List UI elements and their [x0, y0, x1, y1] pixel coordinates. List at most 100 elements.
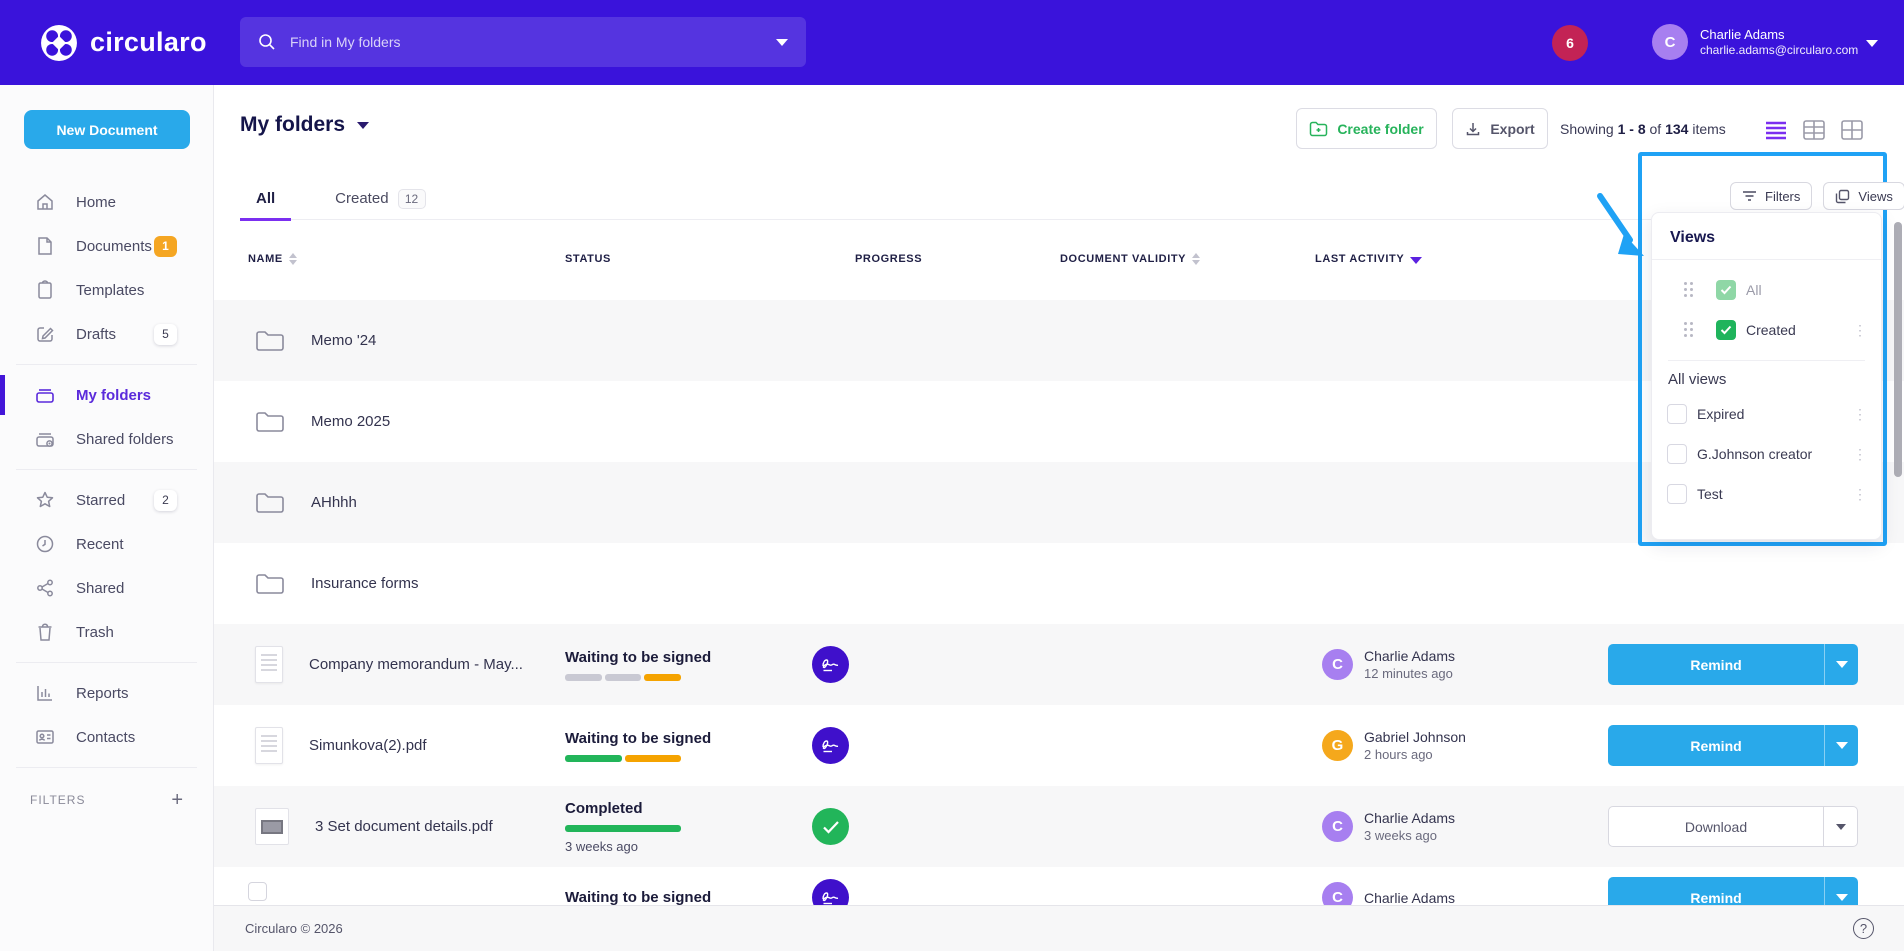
view-item-created[interactable]: Created ⋮	[1652, 310, 1881, 350]
kebab-menu-icon[interactable]: ⋮	[1853, 324, 1867, 337]
view-label: Expired	[1697, 406, 1744, 422]
kebab-menu-icon[interactable]: ⋮	[1853, 488, 1867, 501]
user-menu-caret-icon[interactable]	[1866, 40, 1878, 47]
action-label[interactable]: Remind	[1608, 644, 1824, 685]
export-button[interactable]: Export	[1452, 108, 1548, 149]
view-item-gjohnson-creator[interactable]: G.Johnson creator ⋮	[1652, 434, 1881, 474]
last-activity-cell: G Gabriel Johnson 2 hours ago	[1322, 705, 1466, 786]
signature-icon	[812, 646, 849, 683]
action-label[interactable]: Remind	[1608, 877, 1824, 905]
sidebar-item-reports[interactable]: Reports	[0, 671, 213, 715]
kebab-menu-icon[interactable]: ⋮	[1853, 408, 1867, 421]
view-item-test[interactable]: Test ⋮	[1652, 474, 1881, 514]
signature-icon	[812, 879, 849, 905]
checkbox-unchecked[interactable]	[1667, 444, 1687, 464]
document-name[interactable]: 3 Set document details.pdf	[315, 818, 493, 835]
folder-name[interactable]: Insurance forms	[311, 575, 419, 592]
download-button[interactable]: Download	[1608, 806, 1858, 847]
table-row-folder[interactable]: Insurance forms	[214, 543, 1904, 624]
column-header-document-validity[interactable]: DOCUMENT VALIDITY	[1060, 253, 1200, 265]
table-row-document[interactable]: Waiting to be signed C Charlie Adams Rem…	[214, 867, 1904, 905]
folder-icon	[255, 491, 285, 515]
sort-desc-icon[interactable]	[1410, 257, 1422, 264]
add-filter-button[interactable]: +	[171, 790, 183, 810]
user-menu[interactable]: C Charlie Adams charlie.adams@circularo.…	[1652, 24, 1858, 60]
drag-handle-icon[interactable]	[1684, 322, 1694, 338]
column-header-last-activity[interactable]: LAST ACTIVITY	[1315, 253, 1422, 265]
document-name[interactable]: Simunkova(2).pdf	[309, 737, 427, 754]
checkbox-unchecked[interactable]	[1667, 404, 1687, 424]
sidebar-item-recent[interactable]: Recent	[0, 522, 213, 566]
vertical-scrollbar[interactable]	[1894, 222, 1902, 477]
sidebar-item-my-folders[interactable]: My folders	[0, 373, 213, 417]
action-label[interactable]: Download	[1609, 807, 1823, 846]
views-button[interactable]: Views	[1823, 182, 1904, 210]
action-dropdown-caret-icon[interactable]	[1824, 877, 1858, 905]
page-title-group[interactable]: My folders	[240, 113, 369, 137]
user-avatar: C	[1652, 24, 1688, 60]
remind-button[interactable]: Remind	[1608, 644, 1858, 685]
column-header-progress[interactable]: PROGRESS	[855, 253, 922, 265]
filters-button[interactable]: Filters	[1730, 182, 1812, 210]
table-view-icon[interactable]	[1801, 118, 1826, 142]
checkbox-checked[interactable]	[1716, 320, 1736, 340]
column-header-name[interactable]: NAME	[248, 253, 297, 265]
search-input[interactable]: Find in My folders	[240, 17, 806, 67]
tab-all[interactable]: All	[240, 178, 291, 219]
all-views-section-title: All views	[1668, 371, 1881, 388]
column-header-status[interactable]: STATUS	[565, 253, 611, 265]
remind-button[interactable]: Remind	[1608, 877, 1858, 905]
last-activity-cell: C Charlie Adams	[1322, 857, 1455, 905]
sidebar-item-trash[interactable]: Trash	[0, 610, 213, 654]
sort-icon[interactable]	[289, 253, 297, 265]
view-label: Test	[1697, 486, 1723, 502]
view-item-expired[interactable]: Expired ⋮	[1652, 394, 1881, 434]
drag-handle-icon[interactable]	[1684, 282, 1694, 298]
action-dropdown-caret-icon[interactable]	[1824, 644, 1858, 685]
remind-button[interactable]: Remind	[1608, 725, 1858, 766]
checkbox-checked[interactable]	[1716, 280, 1736, 300]
row-checkbox[interactable]	[248, 882, 267, 901]
folder-icon	[255, 572, 285, 596]
sidebar-item-starred[interactable]: Starred 2	[0, 478, 213, 522]
action-label[interactable]: Remind	[1608, 725, 1824, 766]
action-dropdown-caret-icon[interactable]	[1823, 807, 1857, 846]
kebab-menu-icon[interactable]: ⋮	[1853, 448, 1867, 461]
list-view-icon[interactable]	[1763, 118, 1788, 142]
folder-icon	[255, 410, 285, 434]
title-dropdown-caret-icon[interactable]	[357, 122, 369, 129]
sidebar-item-shared[interactable]: Shared	[0, 566, 213, 610]
search-scope-caret-icon[interactable]	[776, 39, 788, 46]
sidebar-item-label: Shared folders	[76, 431, 174, 448]
grid-view-icon[interactable]	[1839, 118, 1864, 142]
activity-time: 3 weeks ago	[1364, 827, 1455, 844]
new-document-button[interactable]: New Document	[24, 110, 190, 149]
progress-bar	[565, 674, 681, 681]
brand-logo[interactable]: circularo	[40, 24, 207, 62]
checkbox-unchecked[interactable]	[1667, 484, 1687, 504]
document-name[interactable]: Company memorandum - May...	[309, 656, 523, 673]
table-row-document[interactable]: Company memorandum - May... Waiting to b…	[214, 624, 1904, 705]
sidebar-item-documents[interactable]: Documents 1	[0, 224, 213, 268]
sidebar-item-templates[interactable]: Templates	[0, 268, 213, 312]
folder-name[interactable]: Memo '24	[311, 332, 376, 349]
sort-icon[interactable]	[1192, 253, 1200, 265]
tab-created[interactable]: Created 12	[319, 178, 441, 219]
action-dropdown-caret-icon[interactable]	[1824, 725, 1858, 766]
document-thumbnail	[255, 727, 283, 764]
notification-badge[interactable]: 6	[1552, 25, 1588, 61]
tab-all-label: All	[256, 190, 275, 207]
sidebar-item-label: Documents	[76, 238, 152, 255]
sidebar-item-contacts[interactable]: Contacts	[0, 715, 213, 759]
sidebar-item-home[interactable]: Home	[0, 180, 213, 224]
table-row-document[interactable]: 3 Set document details.pdf Completed 3 w…	[214, 786, 1904, 867]
folder-name[interactable]: Memo 2025	[311, 413, 390, 430]
folder-name[interactable]: AHhhh	[311, 494, 357, 511]
create-folder-button[interactable]: Create folder	[1296, 108, 1437, 149]
help-icon[interactable]: ?	[1853, 918, 1874, 939]
sidebar-item-shared-folders[interactable]: Shared folders	[0, 417, 213, 461]
view-item-all[interactable]: All	[1652, 270, 1881, 310]
progress-bar	[565, 755, 681, 762]
sidebar-item-drafts[interactable]: Drafts 5	[0, 312, 213, 356]
table-row-document[interactable]: Simunkova(2).pdf Waiting to be signed G …	[214, 705, 1904, 786]
